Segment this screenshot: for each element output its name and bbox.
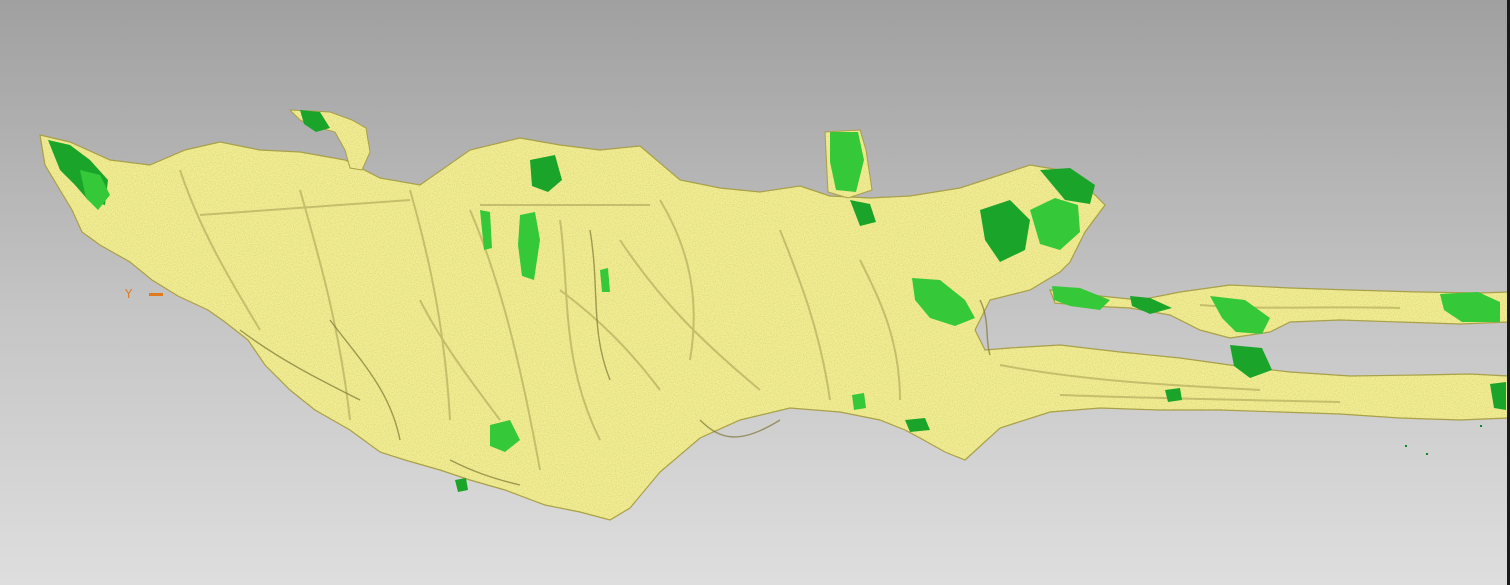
axis-line-icon [149,293,163,296]
point-cloud-model[interactable] [0,0,1510,585]
axis-label-y: Y [125,287,133,301]
axis-indicator: Y [122,287,172,303]
stray-points [1405,425,1482,455]
3d-viewport[interactable]: Y [0,0,1510,585]
scan-surface [39,109,1509,521]
